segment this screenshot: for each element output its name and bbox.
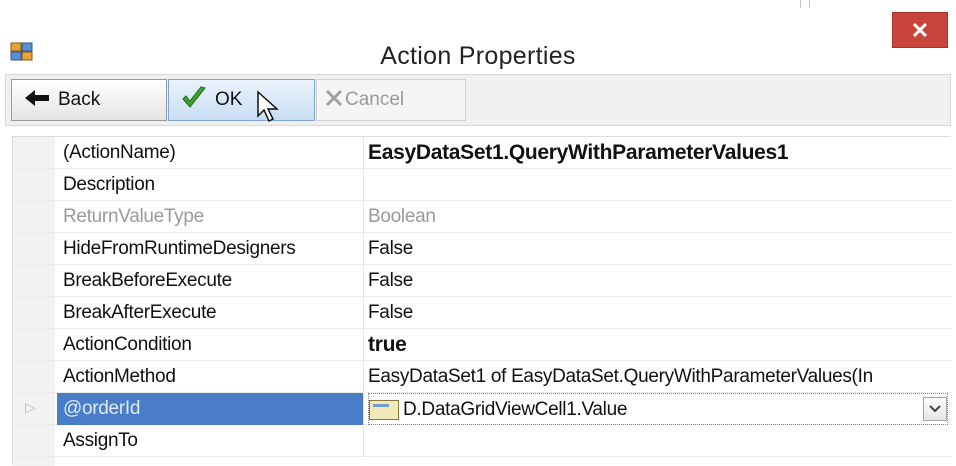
property-grid: (ActionName) EasyDataSet1.QueryWithParam… xyxy=(12,136,952,466)
property-value-editor[interactable]: D.DataGridViewCell1.Value xyxy=(368,393,948,425)
property-value[interactable]: False xyxy=(368,265,948,297)
chevron-down-icon xyxy=(929,405,941,413)
cancel-button-label: Cancel xyxy=(345,89,405,110)
property-row-breakbeforeexecute[interactable]: BreakBeforeExecute False xyxy=(13,265,952,297)
property-name: ReturnValueType xyxy=(63,206,204,227)
dropdown-button[interactable] xyxy=(923,397,947,421)
property-value[interactable] xyxy=(368,169,948,201)
ok-button[interactable]: OK xyxy=(168,79,315,121)
property-name: @orderId xyxy=(57,393,363,425)
property-name: HideFromRuntimeDesigners xyxy=(63,238,296,259)
property-row-description[interactable]: Description xyxy=(13,169,952,201)
property-row-actionname[interactable]: (ActionName) EasyDataSet1.QueryWithParam… xyxy=(13,137,952,169)
property-name: BreakAfterExecute xyxy=(63,302,217,323)
column-divider xyxy=(363,393,364,425)
toolbar: Back OK Cancel xyxy=(5,74,951,126)
column-divider xyxy=(363,201,364,233)
property-name: AssignTo xyxy=(63,430,138,451)
property-row-orderid[interactable]: ▷ @orderId D.DataGridViewCell1.Value xyxy=(13,393,952,425)
ok-button-label: OK xyxy=(215,89,243,110)
column-divider xyxy=(363,233,364,265)
title-bar: Action Properties xyxy=(0,12,956,74)
window-title: Action Properties xyxy=(380,42,576,70)
property-name: ActionMethod xyxy=(63,366,176,387)
property-row-returnvaluetype[interactable]: ReturnValueType Boolean xyxy=(13,201,952,233)
cancel-button[interactable]: Cancel xyxy=(316,79,466,121)
column-divider xyxy=(363,137,364,169)
property-value[interactable]: False xyxy=(368,233,948,265)
property-name: ActionCondition xyxy=(63,334,192,355)
property-row-breakafterexecute[interactable]: BreakAfterExecute False xyxy=(13,297,952,329)
window-top-edge xyxy=(0,0,956,12)
back-arrow-icon xyxy=(24,88,50,112)
property-value[interactable]: False xyxy=(368,297,948,329)
property-row-hidefromruntimedesigners[interactable]: HideFromRuntimeDesigners False xyxy=(13,233,952,265)
property-value: D.DataGridViewCell1.Value xyxy=(403,399,628,420)
column-divider xyxy=(363,425,364,457)
property-value[interactable]: true xyxy=(368,329,948,361)
property-name: BreakBeforeExecute xyxy=(63,270,232,291)
column-divider xyxy=(363,297,364,329)
checkmark-icon xyxy=(181,86,207,114)
property-row-actionmethod[interactable]: ActionMethod EasyDataSet1 of EasyDataSet… xyxy=(13,361,952,393)
close-button[interactable]: ✕ xyxy=(892,12,948,48)
property-value: Boolean xyxy=(368,206,436,227)
column-divider xyxy=(363,329,364,361)
property-value[interactable]: EasyDataSet1 of EasyDataSet.QueryWithPar… xyxy=(368,361,948,393)
column-divider xyxy=(363,265,364,297)
cancel-x-icon xyxy=(325,89,343,111)
property-name: Description xyxy=(63,174,155,195)
property-value[interactable]: EasyDataSet1.QueryWithParameterValues1 xyxy=(368,137,948,169)
column-divider xyxy=(363,169,364,201)
property-name: (ActionName) xyxy=(63,142,176,163)
property-row-assignto[interactable]: AssignTo xyxy=(13,425,952,457)
property-row-actioncondition[interactable]: ActionCondition true xyxy=(13,329,952,361)
splitter-mark xyxy=(800,0,810,8)
property-value[interactable] xyxy=(368,425,948,457)
value-source-icon xyxy=(369,400,399,420)
back-button-label: Back xyxy=(58,89,101,110)
expand-arrow-icon[interactable]: ▷ xyxy=(25,399,36,416)
mouse-pointer-icon xyxy=(257,90,279,123)
column-divider xyxy=(363,361,364,393)
action-properties-dialog: Action Properties ✕ Back OK Cancel (Acti… xyxy=(0,0,956,466)
back-button[interactable]: Back xyxy=(11,79,167,121)
